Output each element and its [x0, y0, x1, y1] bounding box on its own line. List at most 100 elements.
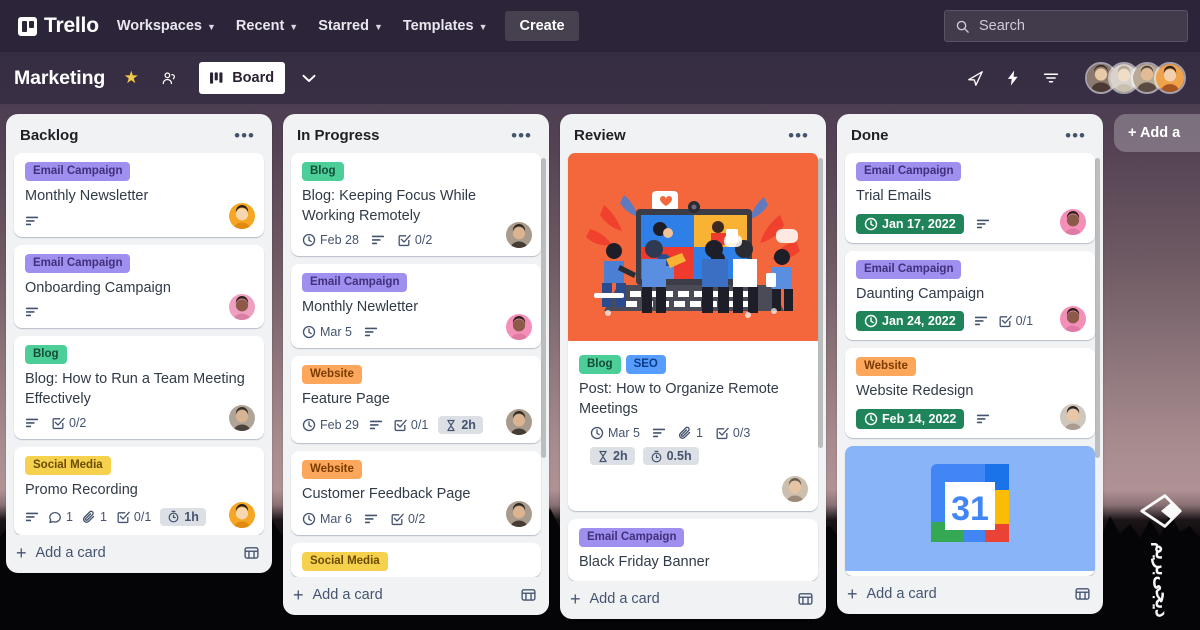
add-card-review[interactable]: + Add a card	[560, 581, 826, 619]
label-website[interactable]: Website	[302, 364, 362, 384]
add-card-label: Add a card	[589, 590, 660, 607]
card-template-icon[interactable]	[797, 590, 814, 607]
description-icon	[974, 316, 987, 326]
label-email-campaign[interactable]: Email Campaign	[25, 253, 131, 273]
trello-logo[interactable]: Trello	[12, 14, 107, 38]
avatar[interactable]	[506, 313, 532, 340]
estimate-badge[interactable]: 2h	[590, 447, 635, 466]
card[interactable]: Email Campaign Monthly Newsletter	[14, 153, 264, 237]
list-scrollbar[interactable]	[541, 158, 546, 458]
list-actions-menu-icon[interactable]: •••	[783, 127, 814, 144]
label-email-campaign[interactable]: Email Campaign	[856, 162, 962, 181]
list-scrollbar[interactable]	[1095, 158, 1100, 458]
board-title[interactable]: Marketing	[14, 67, 105, 90]
nav-templates[interactable]: Templates ▼	[393, 11, 498, 41]
due-date-badge[interactable]: Feb 29	[302, 418, 359, 432]
add-card-in-progress[interactable]: + Add a card	[283, 577, 549, 615]
timer-badge[interactable]: 0.5h	[642, 447, 699, 466]
label-website[interactable]: Website	[856, 357, 916, 377]
nav-recent-label: Recent	[235, 18, 285, 34]
automation-icon[interactable]	[1001, 66, 1025, 90]
label-social-media[interactable]: Social Media	[25, 456, 111, 476]
list-actions-menu-icon[interactable]: •••	[506, 127, 537, 144]
card[interactable]: Website Website Redesign Feb 14, 2022	[845, 348, 1095, 438]
due-date-badge[interactable]: Mar 5	[590, 426, 640, 440]
search-input[interactable]	[979, 18, 1177, 34]
card-template-icon[interactable]	[243, 544, 260, 561]
filter-icon[interactable]	[1039, 66, 1063, 90]
card-template-icon[interactable]	[520, 586, 537, 603]
card-labels: Blog SEO	[579, 355, 808, 374]
add-card-backlog[interactable]: + Add a card	[6, 535, 272, 573]
nav-recent[interactable]: Recent ▼	[226, 11, 308, 41]
card[interactable]: Email Campaign Daunting Campaign Jan 24,…	[845, 250, 1095, 341]
card[interactable]: Email Campaign Black Friday Banner	[568, 519, 818, 581]
label-email-campaign[interactable]: Email Campaign	[579, 528, 685, 548]
avatar[interactable]	[1060, 208, 1086, 235]
card-labels: Website	[856, 357, 1085, 377]
rocket-icon[interactable]	[963, 66, 987, 90]
label-blog[interactable]: Blog	[579, 355, 621, 374]
timer-badge[interactable]: 1h	[160, 507, 206, 526]
search-box[interactable]	[944, 10, 1188, 42]
label-website[interactable]: Website	[302, 460, 362, 480]
avatar[interactable]	[229, 202, 255, 229]
star-icon[interactable]: ★	[119, 66, 143, 90]
label-email-campaign[interactable]: Email Campaign	[856, 259, 962, 279]
card[interactable]: Website Feature Page Feb 29 0/1 2h	[291, 355, 541, 444]
board-view-button[interactable]: Board	[199, 62, 286, 94]
card-cover-google-calendar-31: 31	[845, 445, 1095, 576]
list-actions-menu-icon[interactable]: •••	[229, 127, 260, 144]
card[interactable]: Email Campaign Monthly Newletter Mar 5	[291, 264, 541, 348]
avatar[interactable]	[1060, 403, 1086, 430]
card[interactable]: Social Media	[291, 542, 541, 577]
add-card-label: Add a card	[866, 585, 937, 602]
card-labels: Blog	[302, 162, 531, 181]
card[interactable]: Website Customer Feedback Page Mar 6 0/2	[291, 451, 541, 535]
card[interactable]: Blog Blog: Keeping Focus While Working R…	[291, 153, 541, 257]
avatar[interactable]	[782, 476, 808, 503]
due-date-complete-badge[interactable]: Jan 24, 2022	[856, 311, 964, 332]
avatar[interactable]	[1154, 62, 1186, 94]
add-card-done[interactable]: + Add a card	[837, 576, 1103, 614]
avatar[interactable]	[229, 501, 255, 528]
label-social-media[interactable]: Social Media	[302, 551, 388, 571]
label-blog[interactable]: Blog	[302, 162, 344, 181]
workspace-visible-icon[interactable]	[157, 66, 181, 90]
label-seo[interactable]: SEO	[625, 355, 666, 374]
card[interactable]: 31	[845, 445, 1095, 576]
due-date-complete-badge[interactable]: Jan 17, 2022	[856, 213, 964, 234]
due-date-complete-badge[interactable]: Feb 14, 2022	[856, 408, 965, 429]
card[interactable]: Blog SEO Post: How to Organize Remote Me…	[568, 153, 818, 512]
avatar[interactable]	[1060, 306, 1086, 333]
nav-workspaces[interactable]: Workspaces ▼	[107, 11, 226, 41]
card[interactable]: Social Media Promo Recording 1 1 0/1 1h	[14, 447, 264, 535]
avatar[interactable]	[506, 500, 532, 527]
card[interactable]: Blog Blog: How to Run a Team Meeting Eff…	[14, 336, 264, 440]
avatar[interactable]	[506, 222, 532, 249]
card[interactable]: Email Campaign Trial Emails Jan 17, 2022	[845, 153, 1095, 243]
label-blog[interactable]: Blog	[25, 345, 67, 365]
plus-icon: +	[570, 588, 581, 609]
nav-starred[interactable]: Starred ▼	[308, 11, 393, 41]
checklist-count: 0/2	[407, 511, 426, 526]
label-email-campaign[interactable]: Email Campaign	[302, 273, 408, 293]
checklist-badge: 0/1	[116, 510, 151, 524]
list-header: Review •••	[560, 114, 826, 153]
board-view-chevron-down-icon[interactable]	[297, 66, 321, 90]
due-date-badge[interactable]: Mar 6	[302, 512, 352, 526]
estimate-badge[interactable]: 2h	[438, 416, 483, 435]
due-date-value: Mar 5	[608, 426, 640, 441]
due-date-badge[interactable]: Feb 28	[302, 233, 359, 247]
attachment-badge: 1	[678, 426, 703, 440]
description-icon	[25, 216, 39, 225]
list-scrollbar[interactable]	[818, 158, 823, 448]
label-email-campaign[interactable]: Email Campaign	[25, 162, 131, 181]
avatar[interactable]	[229, 294, 255, 321]
due-date-badge[interactable]: Mar 5	[302, 325, 352, 339]
card-template-icon[interactable]	[1074, 585, 1091, 602]
create-button[interactable]: Create	[505, 11, 579, 41]
add-another-list-button[interactable]: + Add a	[1114, 114, 1200, 152]
card[interactable]: Email Campaign Onboarding Campaign	[14, 244, 264, 329]
list-actions-menu-icon[interactable]: •••	[1060, 127, 1091, 144]
